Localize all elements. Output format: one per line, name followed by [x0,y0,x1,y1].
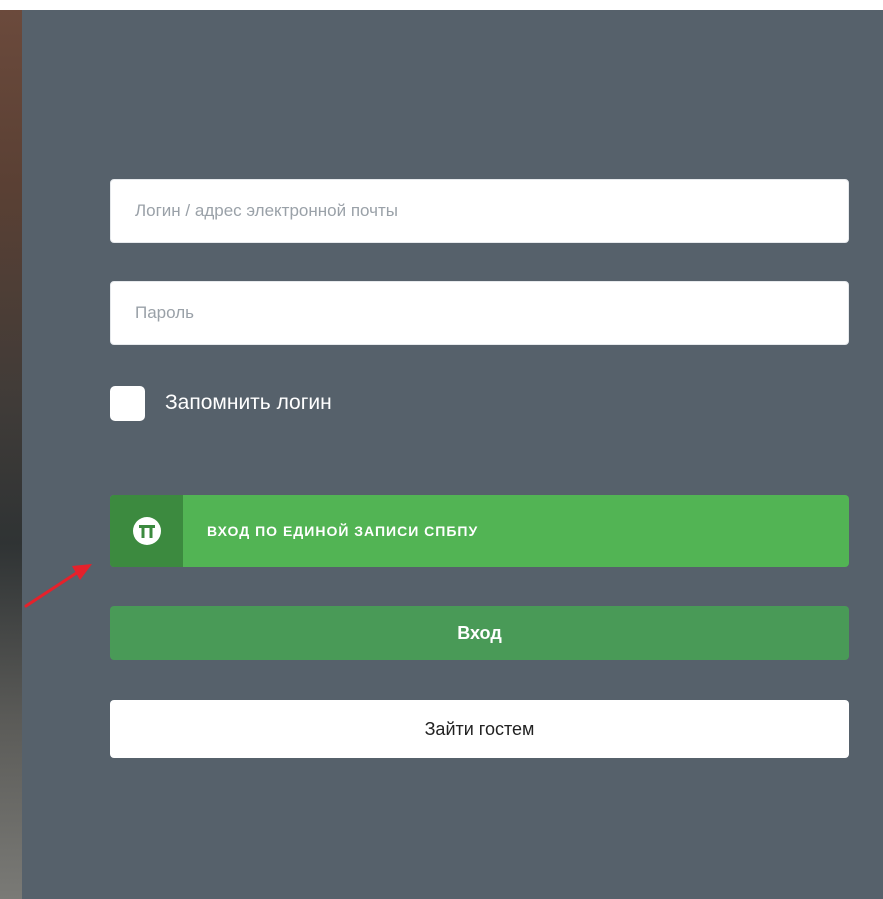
login-button[interactable]: Вход [110,606,849,660]
login-panel [22,10,883,899]
polytech-logo-icon [110,495,183,567]
remember-checkbox[interactable] [110,385,145,421]
remember-login[interactable]: Запомнить логин [110,385,332,421]
sso-label: вход по единой записи СПбПУ [207,523,479,539]
password-field[interactable] [110,281,849,345]
password-input[interactable] [111,282,848,344]
guest-login-button[interactable]: Зайти гостем [110,700,849,758]
guest-button-label: Зайти гостем [424,718,535,739]
login-field[interactable] [110,179,849,243]
background-image-strip [0,10,22,899]
remember-label: Запомнить логин [165,391,332,414]
sso-login-button[interactable]: вход по единой записи СПбПУ [110,495,849,567]
login-button-label: Вход [457,622,502,643]
red-arrow-icon [24,564,92,608]
login-input[interactable] [111,180,848,242]
